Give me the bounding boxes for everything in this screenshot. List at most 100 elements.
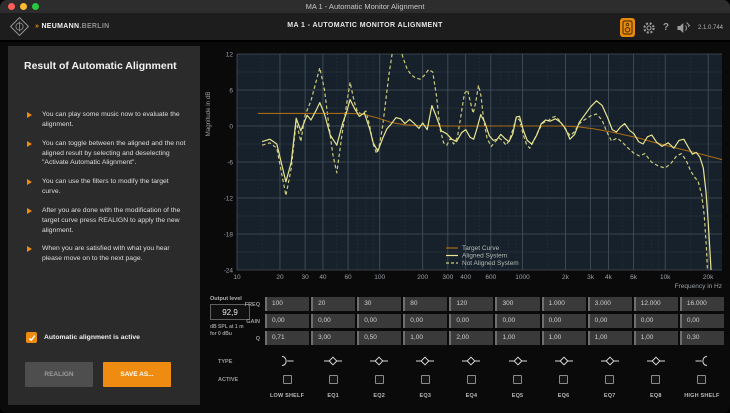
instruction-list: You can play some music now to evaluate … [24,110,186,273]
svg-text:20: 20 [276,274,284,281]
band-label: EQ7 [604,393,616,399]
checkbox-label: Automatic alignment is active [44,334,140,341]
svg-text:6k: 6k [630,274,638,281]
filter-type-peak-icon[interactable] [323,354,343,368]
automatic-alignment-toggle[interactable]: Automatic alignment is active [26,332,140,343]
window-title: MA 1 - Automatic Monitor Alignment [0,2,730,11]
active-checkbox-high-shelf[interactable] [697,375,706,384]
filter-type-peak-icon[interactable] [554,354,574,368]
band-label: HIGH SHELF [684,393,719,399]
eq-freq-cell-3[interactable]: 80 [403,297,447,311]
filter-type-peak-icon[interactable] [600,354,620,368]
eq-gain-cell-7[interactable]: 0,00 [588,314,632,328]
active-checkbox-eq5[interactable] [513,375,522,384]
eq-q-cell-8[interactable]: 1,00 [634,331,678,345]
svg-text:300: 300 [442,274,453,281]
instruction-text: You can use the filters to modify the ta… [42,177,186,197]
eq-q-cell-4[interactable]: 2,00 [449,331,493,345]
eq-q-cell-6[interactable]: 1,00 [542,331,586,345]
speaker-icon [622,20,633,35]
active-checkbox-eq8[interactable] [651,375,660,384]
svg-text:-24: -24 [224,267,234,274]
result-panel: Result of Automatic Alignment You can pl… [8,46,200,405]
eq-freq-cell-5[interactable]: 300 [495,297,539,311]
eq-freq-cell-9[interactable]: 16.000 [680,297,724,311]
titlebar: MA 1 - Automatic Monitor Alignment [0,0,730,13]
filter-type-lowshelf-icon[interactable] [277,354,297,368]
filter-column-eq4: EQ4 [449,352,493,399]
svg-text:400: 400 [460,274,471,281]
filter-column-high-shelf: HIGH SHELF [680,352,724,399]
active-checkbox-eq6[interactable] [559,375,568,384]
app-header: » NEUMANN.BERLIN MA 1 - AUTOMATIC MONITO… [0,13,730,42]
eq-gain-cell-6[interactable]: 0,00 [542,314,586,328]
active-checkbox-eq7[interactable] [605,375,614,384]
svg-text:6: 6 [229,87,233,94]
monitor-speaker-button[interactable] [620,18,635,37]
svg-text:12: 12 [226,51,234,58]
frequency-response-chart: 1260-6-12-18-241020304060100200300400600… [202,44,726,296]
help-icon[interactable]: ? [663,22,669,33]
eq-freq-cell-8[interactable]: 12.000 [634,297,678,311]
svg-text:0: 0 [229,123,233,130]
settings-gear-icon[interactable] [642,21,656,35]
eq-freq-cell-1[interactable]: 20 [311,297,355,311]
save-as-button[interactable]: SAVE AS... [103,362,171,387]
realign-button[interactable]: REALIGN [25,362,93,387]
eq-q-cell-1[interactable]: 3,00 [311,331,355,345]
filter-column-eq1: EQ1 [311,352,355,399]
eq-gain-cell-8[interactable]: 0,00 [634,314,678,328]
eq-gain-cell-4[interactable]: 0,00 [449,314,493,328]
filter-column-eq2: EQ2 [357,352,401,399]
eq-freq-cell-7[interactable]: 3.000 [588,297,632,311]
filter-type-peak-icon[interactable] [646,354,666,368]
bullet-arrow-icon [27,179,32,185]
eq-gain-cell-2[interactable]: 0,00 [357,314,401,328]
eq-gain-cell-5[interactable]: 0,00 [495,314,539,328]
filter-type-peak-icon[interactable] [415,354,435,368]
eq-gain-cell-9[interactable]: 0,00 [680,314,724,328]
svg-text:600: 600 [485,274,496,281]
svg-text:3k: 3k [587,274,595,281]
eq-q-cell-5[interactable]: 1,00 [495,331,539,345]
eq-freq-cell-0[interactable]: 100 [265,297,309,311]
speaker-feedback-icon[interactable] [676,21,691,35]
svg-text:1000: 1000 [515,274,530,281]
active-label: ACTIVE [218,377,238,383]
filter-type-peak-icon[interactable] [508,354,528,368]
eq-q-cell-2[interactable]: 0,50 [357,331,401,345]
q-row-label: Q [208,336,260,342]
freq-row-label: FREQ [208,302,260,308]
bullet-arrow-icon [27,208,32,214]
eq-freq-cell-6[interactable]: 1.000 [542,297,586,311]
eq-q-cell-9[interactable]: 0,30 [680,331,724,345]
svg-text:Aligned System: Aligned System [462,253,507,260]
eq-q-cell-7[interactable]: 1,00 [588,331,632,345]
svg-text:200: 200 [417,274,428,281]
active-checkbox-eq4[interactable] [467,375,476,384]
instruction-item: You can play some music now to evaluate … [24,110,186,130]
active-checkbox-eq2[interactable] [375,375,384,384]
eq-gain-cell-1[interactable]: 0,00 [311,314,355,328]
filter-type-peak-icon[interactable] [461,354,481,368]
active-checkbox-low-shelf[interactable] [283,375,292,384]
checked-checkbox-icon[interactable] [26,332,37,343]
eq-freq-cell-2[interactable]: 30 [357,297,401,311]
filter-type-highshelf-icon[interactable] [692,354,712,368]
eq-q-cell-0[interactable]: 0,71 [265,331,309,345]
filter-column-eq3: EQ3 [403,352,447,399]
svg-text:-18: -18 [224,231,234,238]
eq-gain-cell-3[interactable]: 0,00 [403,314,447,328]
active-checkbox-eq1[interactable] [329,375,338,384]
active-checkbox-eq3[interactable] [421,375,430,384]
y-axis-label: Magnitude in dB [205,92,212,137]
eq-table: Output level 92,9 dB SPL at 1 m for 0 dB… [202,294,726,348]
eq-gain-cell-0[interactable]: 0,00 [265,314,309,328]
eq-q-cell-3[interactable]: 1,00 [403,331,447,345]
eq-freq-cell-4[interactable]: 120 [449,297,493,311]
svg-text:Not Aligned System: Not Aligned System [462,260,519,267]
filter-type-peak-icon[interactable] [369,354,389,368]
instruction-text: You can toggle between the aligned and t… [42,139,186,169]
gain-row-label: GAIN [208,319,260,325]
instruction-item: After you are done with the modification… [24,206,186,236]
